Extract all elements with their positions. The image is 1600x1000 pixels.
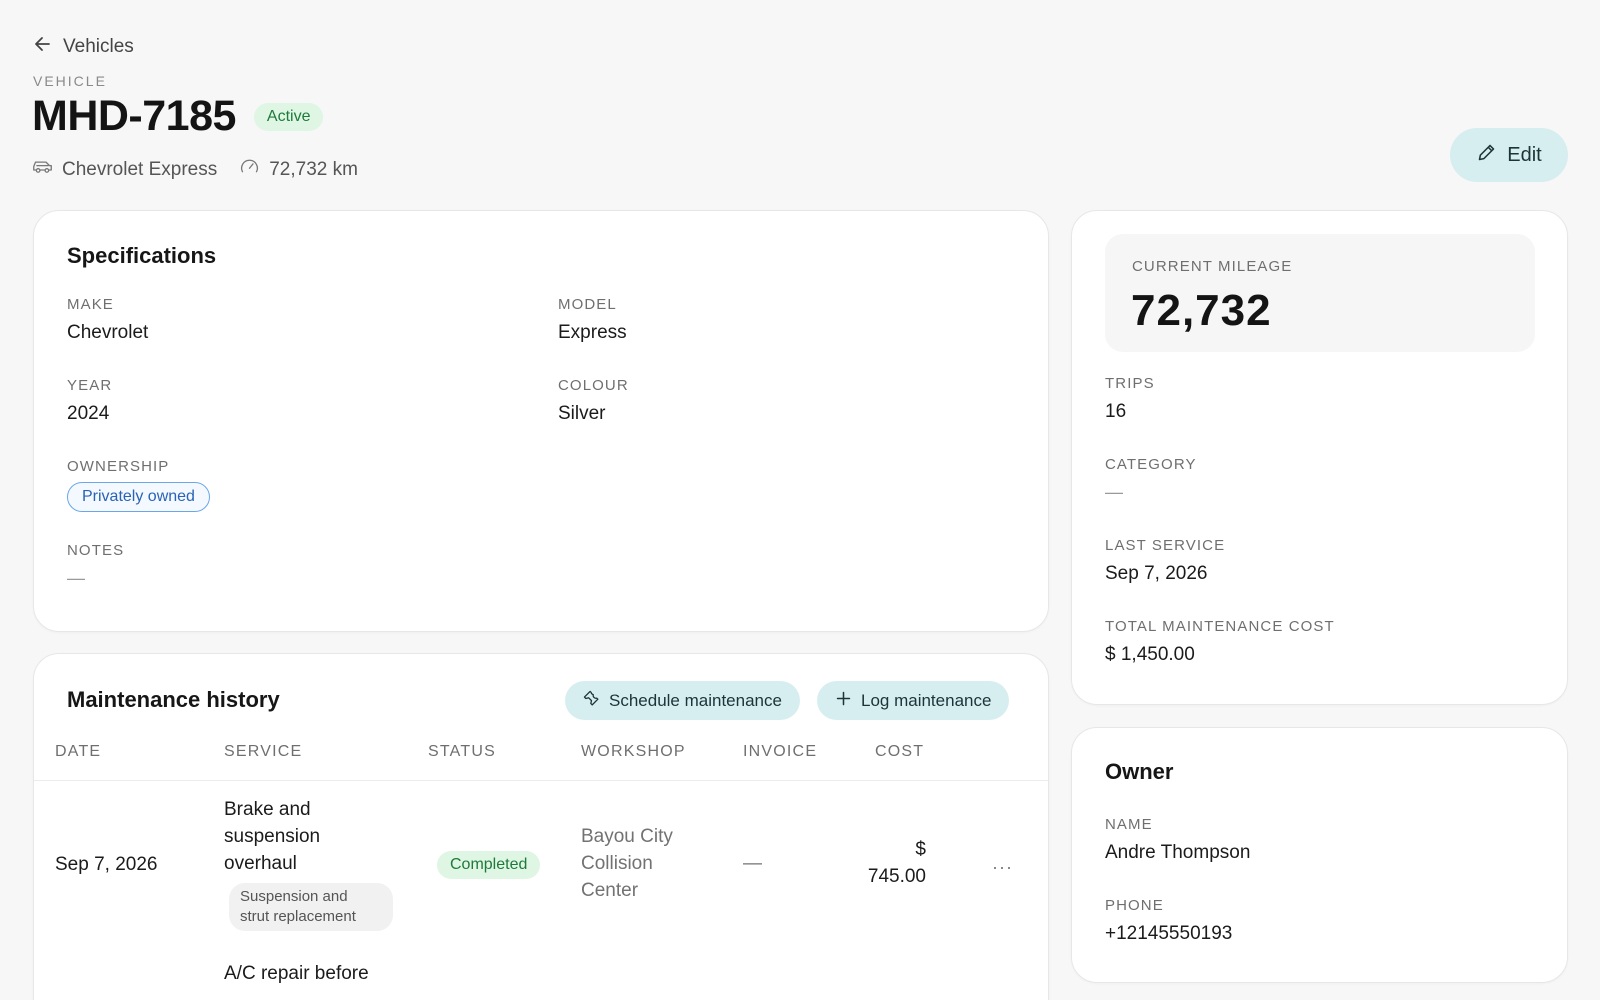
row-workshop-line: Center — [581, 880, 639, 901]
vehicle-detail-page: Vehicles VEHICLE MHD-7185 Active Chevrol… — [0, 0, 1600, 1000]
maintenance-history-title: Maintenance history — [67, 687, 280, 712]
row-workshop-line: Bayou City — [581, 826, 673, 847]
column-header-service: SERVICE — [224, 743, 303, 760]
row-service: Brake and suspension overhaul — [224, 796, 320, 877]
colour-label: COLOUR — [558, 377, 629, 394]
schedule-maintenance-button[interactable]: Schedule maintenance — [565, 681, 800, 720]
edit-button-label: Edit — [1507, 143, 1542, 166]
category-value: — — [1105, 482, 1123, 502]
edit-button[interactable]: Edit — [1450, 128, 1568, 182]
model-label: MODEL — [558, 296, 617, 313]
row-more-actions-button[interactable]: ··· — [992, 857, 1013, 878]
owner-name-label: NAME — [1105, 816, 1153, 833]
column-header-cost: COST — [875, 743, 925, 760]
owner-name-field: NAME Andre Thompson — [1105, 816, 1250, 864]
make-label: MAKE — [67, 296, 114, 313]
row-workshop: Bayou City Collision Center — [581, 823, 673, 904]
vehicle-name-meta: Chevrolet Express — [32, 156, 217, 183]
plus-icon — [835, 690, 852, 712]
service-note-line: strut replacement — [240, 908, 356, 925]
owner-name-value: Andre Thompson — [1105, 842, 1251, 863]
schedule-maintenance-label: Schedule maintenance — [609, 690, 782, 710]
column-header-invoice: INVOICE — [743, 743, 818, 760]
current-mileage-label: CURRENT MILEAGE — [1132, 258, 1293, 275]
total-maintenance-cost-label: TOTAL MAINTENANCE COST — [1105, 618, 1335, 635]
table-header-divider — [34, 780, 1048, 781]
trips-label: TRIPS — [1105, 375, 1155, 392]
ownership-label: OWNERSHIP — [67, 458, 170, 475]
model-value: Express — [558, 322, 627, 343]
back-link-label: Vehicles — [63, 36, 134, 57]
column-header-workshop: WORKSHOP — [581, 743, 686, 760]
back-to-vehicles-link[interactable]: Vehicles — [33, 34, 134, 60]
row-service-line: overhaul — [224, 853, 297, 874]
current-mileage-panel: CURRENT MILEAGE 72,732 — [1105, 234, 1535, 352]
vehicle-stats-card: CURRENT MILEAGE 72,732 TRIPS 16 CATEGORY… — [1071, 210, 1568, 705]
column-header-status: STATUS — [428, 743, 496, 760]
maintenance-history-card: Maintenance history Schedule maintenance… — [33, 653, 1049, 1000]
arrow-left-icon — [33, 34, 53, 60]
service-note-line: Suspension and — [240, 888, 348, 905]
last-service-label: LAST SERVICE — [1105, 537, 1226, 554]
owner-phone-field: PHONE +12145550193 — [1105, 897, 1232, 945]
ownership-field: OWNERSHIP Privately owned — [67, 458, 210, 512]
total-maintenance-cost-field: TOTAL MAINTENANCE COST $ 1,450.00 — [1105, 618, 1335, 666]
row-cost: $ 745.00 — [850, 836, 926, 890]
odometer-value: 72,732 km — [269, 158, 358, 180]
vehicle-meta: Chevrolet Express 72,732 km — [32, 156, 358, 183]
trips-field: TRIPS 16 — [1105, 375, 1155, 423]
year-value: 2024 — [67, 403, 110, 424]
service-note-chip: Suspension and strut replacement — [229, 883, 393, 931]
year-label: YEAR — [67, 377, 113, 394]
last-service-value: Sep 7, 2026 — [1105, 563, 1208, 584]
row-invoice: — — [743, 853, 762, 874]
row-service: A/C repair before — [224, 963, 369, 984]
row-date: Sep 7, 2026 — [55, 854, 158, 875]
trips-value: 16 — [1105, 401, 1127, 422]
ownership-badge: Privately owned — [67, 482, 210, 512]
category-label: CATEGORY — [1105, 456, 1197, 473]
wrench-icon — [583, 690, 600, 712]
row-cost-line: $ — [915, 839, 926, 860]
pencil-icon — [1476, 142, 1497, 169]
colour-field: COLOUR Silver — [558, 377, 629, 425]
owner-card: Owner NAME Andre Thompson PHONE +1214555… — [1071, 727, 1568, 983]
row-service-line: Brake and — [224, 799, 311, 820]
total-maintenance-cost-value: $ 1,450.00 — [1105, 644, 1195, 665]
make-field: MAKE Chevrolet — [67, 296, 148, 344]
owner-phone-value: +12145550193 — [1105, 923, 1233, 944]
speedometer-icon — [239, 156, 260, 183]
notes-label: NOTES — [67, 542, 125, 559]
page-eyebrow: VEHICLE — [33, 73, 107, 89]
current-mileage-value: 72,732 — [1131, 286, 1272, 335]
specifications-card: Specifications MAKE Chevrolet MODEL Expr… — [33, 210, 1049, 632]
specifications-title: Specifications — [67, 243, 217, 268]
row-workshop-line: Collision — [581, 853, 653, 874]
row-status-badge: Completed — [437, 851, 541, 879]
notes-field: NOTES — — [67, 542, 124, 589]
column-header-date: DATE — [55, 743, 102, 760]
car-icon — [32, 156, 53, 183]
odometer-meta: 72,732 km — [239, 156, 358, 183]
model-field: MODEL Express — [558, 296, 627, 344]
colour-value: Silver — [558, 403, 606, 424]
notes-value: — — [67, 568, 85, 588]
row-cost-line: 745.00 — [867, 866, 926, 887]
title-row: MHD-7185 Active — [32, 92, 324, 141]
row-service-line: suspension — [224, 826, 321, 847]
year-field: YEAR 2024 — [67, 377, 112, 425]
status-badge: Active — [253, 102, 324, 131]
log-maintenance-button[interactable]: Log maintenance — [817, 681, 1010, 720]
vehicle-name: Chevrolet Express — [62, 158, 218, 180]
page-title: MHD-7185 — [32, 92, 236, 140]
last-service-field: LAST SERVICE Sep 7, 2026 — [1105, 537, 1225, 585]
log-maintenance-label: Log maintenance — [861, 690, 992, 710]
make-value: Chevrolet — [67, 322, 149, 343]
category-field: CATEGORY — — [1105, 456, 1197, 503]
owner-phone-label: PHONE — [1105, 897, 1164, 914]
owner-title: Owner — [1105, 759, 1174, 784]
